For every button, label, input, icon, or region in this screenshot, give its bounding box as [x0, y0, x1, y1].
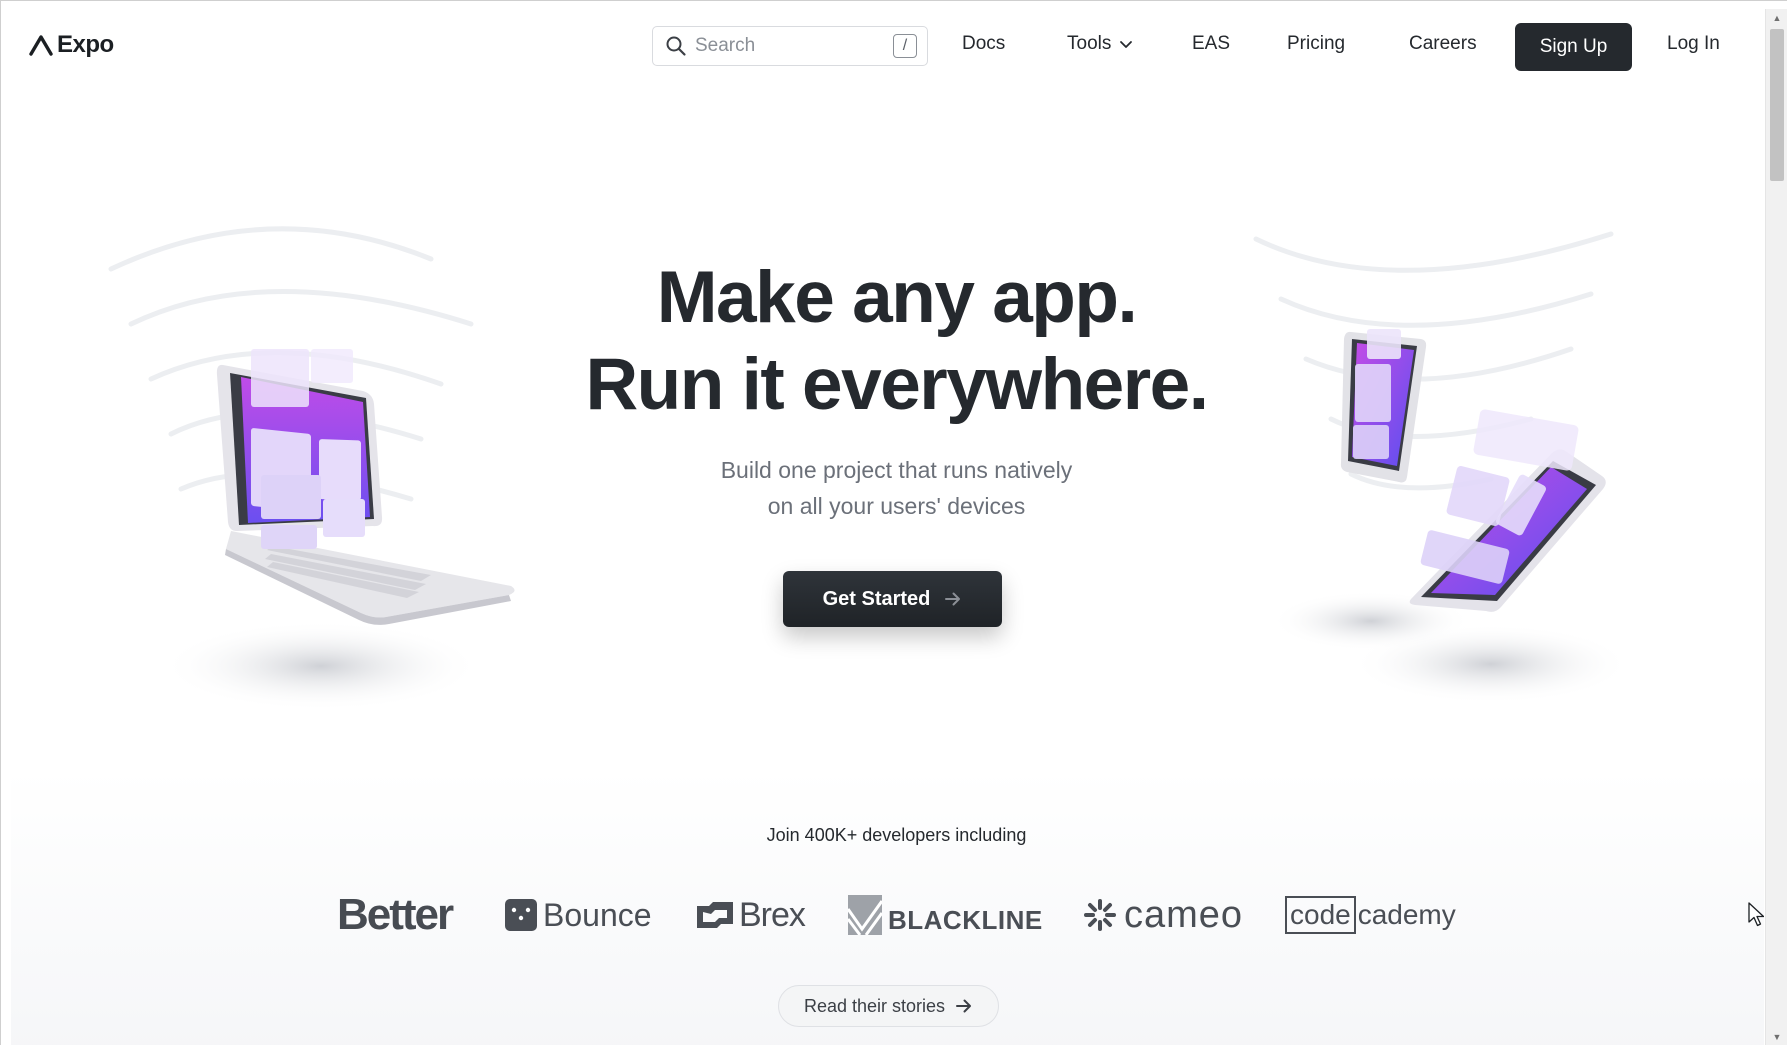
brand-logo-cameo: cameo [1084, 889, 1243, 941]
nav-link-careers[interactable]: Careers [1409, 33, 1477, 55]
log-in-link[interactable]: Log In [1667, 33, 1720, 55]
scroll-up-arrow-icon[interactable]: ▲ [1766, 9, 1787, 27]
bounce-logo-icon [505, 899, 537, 931]
read-stories-button[interactable]: Read their stories [778, 985, 999, 1027]
expo-logo-icon [29, 35, 53, 56]
brand-logo-better: Better [337, 889, 454, 941]
cameo-logo-icon [1084, 899, 1116, 931]
logo-text: Expo [57, 31, 114, 58]
brand-logo-blackline: BLACKLINE [848, 889, 1043, 941]
brand-codecademy-text: cademy [1357, 899, 1456, 930]
search-icon [666, 36, 686, 56]
scroll-down-arrow-icon[interactable]: ▼ [1766, 1028, 1787, 1045]
hero-subtitle-line-1: Build one project that runs natively [720, 457, 1073, 483]
hero-subtitle-line-2: on all your users' devices [767, 493, 1026, 519]
expo-logo[interactable]: Expo [29, 31, 114, 59]
customer-logos: Better Bounce Brex BLACKLINE cameo code … [11, 889, 1764, 949]
sign-up-button[interactable]: Sign Up [1515, 23, 1632, 71]
arrow-right-icon [956, 999, 972, 1013]
nav-tools-label: Tools [1067, 33, 1112, 54]
brand-logo-brex: Brex [695, 889, 806, 941]
nav-link-docs[interactable]: Docs [962, 33, 1005, 55]
page: Expo / Docs Tools EAS Pricing Careers S [11, 9, 1764, 1045]
top-navigation: Expo / Docs Tools EAS Pricing Careers S [11, 9, 1764, 81]
brex-logo-icon [697, 902, 733, 928]
chevron-down-icon [1120, 41, 1133, 48]
scrollbar-thumb[interactable] [1770, 29, 1784, 181]
hero-title-line-2: Run it everywhere. [585, 344, 1209, 425]
search-shortcut-key: / [893, 34, 917, 58]
brand-blackline-text: BLACKLINE [888, 904, 1043, 935]
get-started-label: Get Started [822, 587, 931, 610]
arrow-right-icon [945, 592, 961, 606]
hero-subtitle: Build one project that runs natively on … [11, 452, 1764, 524]
customers-heading: Join 400K+ developers including [766, 825, 1027, 845]
get-started-button[interactable]: Get Started [783, 571, 1002, 627]
brand-cameo-text: cameo [1124, 893, 1244, 936]
blackline-logo-icon [848, 895, 882, 935]
hero-title-line-1: Make any app. [656, 257, 1138, 338]
hero-title: Make any app. Run it everywhere. [11, 254, 1764, 428]
vertical-scrollbar[interactable]: ▲ ▼ [1765, 9, 1787, 1045]
search-input[interactable] [695, 35, 885, 57]
search-box[interactable]: / [652, 26, 928, 66]
read-stories-label: Read their stories [803, 995, 946, 1016]
brand-logo-codecademy: code cademy [1285, 889, 1456, 941]
brand-better-text: Better [337, 890, 454, 939]
brand-logo-bounce: Bounce [505, 889, 652, 941]
nav-link-eas[interactable]: EAS [1192, 33, 1230, 55]
brand-bounce-text: Bounce [543, 896, 652, 933]
nav-link-tools[interactable]: Tools [1067, 33, 1133, 55]
brand-brex-text: Brex [739, 895, 806, 934]
nav-link-pricing[interactable]: Pricing [1287, 33, 1345, 55]
mouse-cursor-icon [1748, 902, 1764, 927]
brand-codecademy-boxed-text: code [1285, 896, 1356, 934]
browser-viewport: Expo / Docs Tools EAS Pricing Careers S [0, 0, 1787, 1045]
